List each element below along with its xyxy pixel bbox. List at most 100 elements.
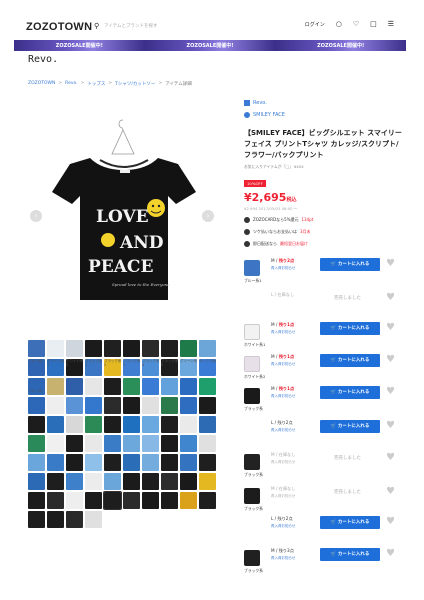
thumbnail[interactable]	[142, 340, 159, 357]
favorite-heart-icon[interactable]: ♥	[386, 453, 395, 463]
brand-name[interactable]: SMILEY FACE	[253, 112, 285, 118]
thumbnail[interactable]	[66, 473, 83, 490]
thumbnail[interactable]	[28, 473, 45, 490]
cart-icon[interactable]: □	[370, 21, 377, 28]
thumbnail[interactable]	[142, 473, 159, 490]
thumbnail[interactable]	[123, 416, 140, 433]
thumbnail[interactable]	[123, 397, 140, 414]
thumbnail[interactable]	[161, 454, 178, 471]
favorite-heart-icon[interactable]: ♥	[386, 355, 395, 365]
thumbnail[interactable]	[85, 340, 102, 357]
thumbnail[interactable]	[161, 492, 178, 509]
favorite-heart-icon[interactable]: ♥	[386, 293, 395, 303]
color-swatch[interactable]	[244, 488, 260, 504]
search-bar[interactable]: ⚲ アイテムとブランドを探す	[94, 22, 294, 34]
thumbnail[interactable]	[66, 416, 83, 433]
add-to-cart-button[interactable]: 🛒 カートに入れる	[320, 386, 380, 399]
thumbnail[interactable]	[180, 340, 197, 357]
thumbnail[interactable]	[104, 397, 121, 414]
thumbnail[interactable]	[47, 454, 64, 471]
promo-item[interactable]: 即日配送なら 最短翌日お届け	[244, 240, 404, 248]
thumbnail[interactable]	[142, 378, 159, 395]
thumbnail[interactable]	[85, 435, 102, 452]
thumbnail[interactable]	[199, 340, 216, 357]
thumbnail[interactable]	[104, 473, 121, 490]
restock-notify-link[interactable]: 再入荷お知らせ	[271, 428, 295, 433]
thumbnail[interactable]	[66, 397, 83, 414]
thumbnail[interactable]	[104, 378, 121, 395]
add-to-cart-button[interactable]: 🛒 カートに入れる	[320, 548, 380, 561]
thumbnail[interactable]	[28, 492, 45, 509]
thumbnail[interactable]	[123, 340, 140, 357]
color-swatch[interactable]	[244, 550, 260, 566]
breadcrumb-item[interactable]: トップス	[87, 81, 105, 87]
restock-notify-link[interactable]: 再入荷お知らせ	[271, 330, 295, 335]
site-logo[interactable]: ZOZOTOWN	[26, 21, 92, 33]
favorite-heart-icon[interactable]: ♥	[386, 487, 395, 497]
thumbnail[interactable]	[66, 378, 83, 395]
restock-notify-link[interactable]: 再入荷お知らせ	[271, 362, 295, 367]
thumbnail[interactable]	[180, 416, 197, 433]
restock-notify-link[interactable]: 再入荷お知らせ	[271, 556, 295, 561]
breadcrumb-item[interactable]: Tシャツ/カットソー	[115, 81, 155, 87]
breadcrumb-item[interactable]: ZOZOTOWN	[28, 81, 55, 87]
thumbnail[interactable]	[28, 435, 45, 452]
login-link[interactable]: ログイン	[305, 21, 325, 28]
thumbnail[interactable]	[199, 397, 216, 414]
thumbnail[interactable]	[123, 473, 140, 490]
favorite-heart-icon[interactable]: ♥	[386, 421, 395, 431]
thumbnail[interactable]	[161, 378, 178, 395]
search-placeholder[interactable]: アイテムとブランドを探す	[104, 23, 158, 29]
favorite-heart-icon[interactable]: ♥	[386, 387, 395, 397]
color-swatch[interactable]	[244, 356, 260, 372]
next-image-arrow[interactable]: ›	[202, 210, 214, 222]
thumbnail[interactable]	[142, 454, 159, 471]
thumbnail[interactable]	[104, 454, 121, 471]
thumbnail[interactable]	[123, 435, 140, 452]
thumbnail[interactable]	[142, 416, 159, 433]
thumbnail[interactable]	[47, 473, 64, 490]
thumbnail[interactable]	[103, 491, 122, 510]
favorite-heart-icon[interactable]: ♥	[386, 549, 395, 559]
shop-link[interactable]: Revo.	[244, 100, 404, 106]
thumbnail[interactable]	[161, 416, 178, 433]
thumbnail[interactable]	[199, 454, 216, 471]
thumbnail[interactable]	[180, 492, 197, 509]
thumbnail[interactable]	[85, 416, 102, 433]
thumbnail[interactable]	[199, 416, 216, 433]
thumbnail[interactable]	[104, 435, 121, 452]
thumbnail[interactable]	[66, 435, 83, 452]
thumbnail[interactable]	[180, 454, 197, 471]
thumbnail[interactable]	[142, 435, 159, 452]
restock-notify-link[interactable]: 再入荷お知らせ	[271, 394, 295, 399]
thumbnail[interactable]	[199, 435, 216, 452]
thumbnail[interactable]	[28, 340, 45, 357]
thumbnail[interactable]	[47, 340, 64, 357]
thumbnail[interactable]	[66, 511, 83, 528]
favorite-heart-icon[interactable]: ♥	[386, 259, 395, 269]
thumbnail[interactable]	[28, 416, 45, 433]
thumbnail[interactable]	[161, 397, 178, 414]
color-swatch[interactable]	[244, 260, 260, 276]
thumbnail[interactable]	[85, 473, 102, 490]
thumbnail[interactable]	[66, 492, 83, 509]
add-to-cart-button[interactable]: 🛒 カートに入れる	[320, 322, 380, 335]
thumbnail[interactable]	[66, 340, 83, 357]
thumbnail[interactable]	[85, 454, 102, 471]
add-to-cart-button[interactable]: 🛒 カートに入れる	[320, 354, 380, 367]
thumbnail[interactable]	[180, 397, 197, 414]
thumbnail[interactable]	[47, 435, 64, 452]
thumbnail[interactable]	[199, 473, 216, 490]
sale-banner[interactable]: ZOZOSALE開催中! ZOZOSALE開催中! ZOZOSALE開催中!	[14, 40, 406, 51]
thumbnail[interactable]	[199, 378, 216, 395]
shop-name[interactable]: Revo.	[253, 100, 267, 106]
menu-icon[interactable]: ☰	[388, 21, 394, 28]
thumbnail[interactable]	[104, 416, 121, 433]
add-to-cart-button[interactable]: 🛒 カートに入れる	[320, 516, 380, 529]
thumbnail[interactable]	[161, 340, 178, 357]
thumbnail[interactable]	[199, 492, 216, 509]
thumbnail[interactable]	[47, 492, 64, 509]
thumbnail[interactable]	[47, 397, 64, 414]
thumbnail[interactable]	[161, 473, 178, 490]
thumbnail[interactable]	[85, 511, 102, 528]
